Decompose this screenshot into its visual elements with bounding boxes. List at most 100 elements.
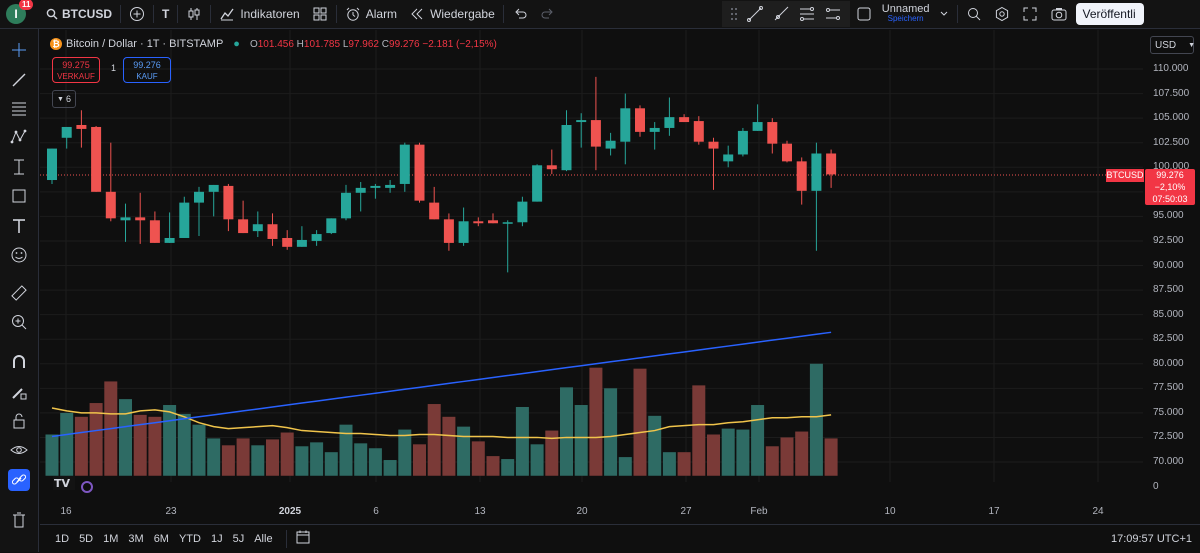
sell-button[interactable]: 99.275 VERKAUF bbox=[52, 57, 100, 83]
candle-body bbox=[429, 202, 440, 220]
ruler-tool[interactable] bbox=[8, 282, 30, 304]
price-scale[interactable]: 110.000107.500105.000102.500100.00097.50… bbox=[1143, 30, 1200, 524]
time-axis-label: 24 bbox=[1092, 506, 1104, 517]
svg-text:TV: TV bbox=[54, 477, 71, 490]
replay-label: Wiedergabe bbox=[430, 7, 495, 21]
layout-checkbox[interactable] bbox=[850, 0, 878, 28]
moving-average-line bbox=[51, 331, 832, 438]
publish-button[interactable]: Veröffentli bbox=[1076, 3, 1145, 25]
magnet-tool[interactable] bbox=[8, 351, 30, 373]
drag-handle-icon[interactable] bbox=[730, 7, 738, 21]
delete-tool[interactable] bbox=[8, 509, 30, 531]
fullscreen-icon bbox=[1023, 7, 1037, 21]
currency-label: USD bbox=[1155, 39, 1177, 51]
candle-body bbox=[649, 127, 660, 132]
sell-label: VERKAUF bbox=[57, 72, 95, 81]
pattern-tool[interactable] bbox=[8, 126, 30, 148]
price-axis-label: 80.000 bbox=[1153, 357, 1184, 369]
clock[interactable]: 17:09:57 UTC+1 bbox=[1111, 533, 1192, 545]
volume-bar bbox=[662, 452, 676, 476]
layout-name-button[interactable]: Unnamed Speichern bbox=[878, 0, 934, 28]
compare-button[interactable] bbox=[123, 0, 151, 28]
bitcoin-icon: ₿ bbox=[50, 38, 62, 50]
symbol-search-button[interactable]: BTCUSD bbox=[40, 0, 118, 28]
price-tag-symbol: BTCUSD bbox=[1106, 169, 1144, 182]
candle-body bbox=[664, 117, 675, 128]
volume-bar bbox=[177, 413, 191, 476]
layouts-button[interactable] bbox=[306, 0, 334, 28]
redo-button[interactable] bbox=[534, 0, 562, 28]
volume-bar bbox=[280, 432, 294, 476]
text-tool[interactable] bbox=[8, 215, 30, 237]
bottom-toolbar: 1D 5D 1M 3M 6M YTD 1J 5J Alle 17:09:57 UTC+1 bbox=[40, 524, 1200, 553]
undo-button[interactable] bbox=[506, 0, 534, 28]
sync-drawings-tool[interactable] bbox=[8, 469, 30, 491]
volume-bar bbox=[236, 438, 250, 476]
measure-box-tool[interactable] bbox=[8, 185, 30, 207]
range-button-6m[interactable]: 6M bbox=[154, 533, 169, 545]
volume-bar bbox=[765, 446, 779, 476]
candle-body bbox=[105, 191, 116, 219]
volume-bar bbox=[354, 443, 368, 476]
buy-label: KAUF bbox=[136, 72, 158, 81]
volume-bar bbox=[574, 405, 588, 476]
tradingview-logo[interactable]: TV bbox=[53, 476, 93, 493]
layout-menu-button[interactable] bbox=[933, 0, 955, 28]
goto-date-button[interactable] bbox=[295, 529, 311, 550]
range-button-ytd[interactable]: YTD bbox=[179, 533, 201, 545]
visibility-tool[interactable] bbox=[8, 439, 30, 461]
quick-search-button[interactable] bbox=[960, 0, 988, 28]
range-button-1j[interactable]: 1J bbox=[211, 533, 223, 545]
volume-bar bbox=[163, 405, 177, 476]
emoji-tool[interactable] bbox=[8, 244, 30, 266]
projection-tool[interactable] bbox=[8, 156, 30, 178]
projection-icon bbox=[14, 159, 24, 175]
lock-tool[interactable] bbox=[8, 410, 30, 432]
range-buttons: 1D 5D 1M 3M 6M YTD 1J 5J Alle bbox=[50, 533, 278, 545]
timeframe-button[interactable]: T bbox=[156, 0, 175, 28]
parallel-channel-icon[interactable] bbox=[824, 5, 842, 23]
avatar-letter: I bbox=[14, 7, 18, 21]
ray-icon[interactable] bbox=[772, 5, 790, 23]
symbol-title[interactable]: Bitcoin / Dollar · 1T · BITSTAMP bbox=[66, 38, 223, 50]
volume-bar bbox=[457, 426, 471, 476]
trend-line-tool[interactable] bbox=[8, 69, 30, 91]
settings-button[interactable] bbox=[988, 0, 1016, 28]
range-button-5j[interactable]: 5J bbox=[233, 533, 245, 545]
fib-retracement-icon[interactable] bbox=[798, 5, 816, 23]
crosshair-icon bbox=[12, 43, 26, 57]
candlestick-series bbox=[47, 76, 837, 273]
price-chart[interactable]: 16 23 2025 6 13 20 27 Feb 10 17 24 TV bbox=[40, 30, 1143, 524]
trend-line-icon bbox=[12, 73, 26, 87]
candle-body bbox=[341, 192, 351, 219]
candle-body bbox=[561, 125, 572, 171]
trash-icon bbox=[13, 512, 25, 528]
trend-line-icon[interactable] bbox=[746, 5, 764, 23]
drawing-mode-tool[interactable] bbox=[8, 381, 30, 403]
crosshair-tool[interactable] bbox=[8, 39, 30, 61]
indicators-toggle[interactable]: ▼ 6 bbox=[52, 90, 76, 108]
replay-button[interactable]: Wiedergabe bbox=[403, 0, 501, 28]
user-avatar[interactable]: I 11 bbox=[6, 0, 34, 24]
alarm-button[interactable]: Alarm bbox=[339, 0, 403, 28]
snapshot-button[interactable] bbox=[1044, 0, 1074, 28]
fullscreen-button[interactable] bbox=[1016, 0, 1044, 28]
fib-tool[interactable] bbox=[8, 97, 30, 119]
range-button-1d[interactable]: 1D bbox=[55, 533, 69, 545]
price-tag-price: 99.276 bbox=[1156, 170, 1184, 180]
currency-select[interactable]: USD ▼ bbox=[1150, 36, 1195, 54]
range-button-3m[interactable]: 3M bbox=[128, 533, 143, 545]
chart-type-button[interactable] bbox=[180, 0, 208, 28]
checkbox-icon bbox=[857, 7, 871, 21]
range-button-5d[interactable]: 5D bbox=[79, 533, 93, 545]
indicators-button[interactable]: Indikatoren bbox=[213, 0, 305, 28]
range-button-alle[interactable]: Alle bbox=[254, 533, 272, 545]
zoom-tool[interactable] bbox=[8, 311, 30, 333]
price-axis-label: 87.500 bbox=[1153, 284, 1184, 296]
candle-body bbox=[179, 202, 190, 238]
time-axis-label: 13 bbox=[474, 506, 486, 517]
buy-button[interactable]: 99.276 KAUF bbox=[123, 57, 171, 83]
quick-search-icon bbox=[968, 8, 981, 21]
volume-bar bbox=[192, 424, 206, 476]
range-button-1m[interactable]: 1M bbox=[103, 533, 118, 545]
